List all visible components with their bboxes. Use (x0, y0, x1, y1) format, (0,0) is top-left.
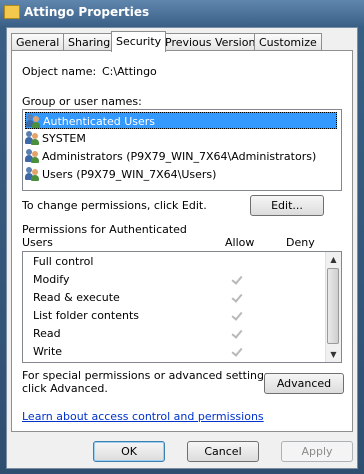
scroll-up-icon[interactable]: ▲ (326, 252, 341, 267)
window-title: Attingo Properties (24, 5, 150, 19)
allow-check-icon (231, 273, 245, 287)
user-item-administrators[interactable]: Administrators (P9X79_WIN_7X64\Administr… (25, 148, 337, 165)
title-bar[interactable]: Attingo Properties (0, 0, 364, 26)
users-group-icon (25, 131, 39, 145)
object-name-label: Object name: (22, 65, 97, 78)
permission-row-modify: Modify (23, 271, 323, 289)
allow-check-icon (231, 291, 245, 305)
permissions-scrollbar[interactable]: ▲ ▼ (325, 252, 341, 362)
group-users-label: Group or user names: (22, 95, 142, 108)
permission-name: Full control (33, 255, 94, 268)
deny-column-header: Deny (286, 236, 315, 249)
permissions-list: Full control Modify Read & execute List … (22, 251, 342, 363)
user-name: Administrators (P9X79_WIN_7X64\Administr… (42, 150, 317, 163)
folder-icon (4, 5, 20, 19)
users-group-icon (25, 167, 39, 181)
users-group-icon (25, 149, 39, 163)
security-panel: Object name: C:\Attingo Group or user na… (11, 50, 353, 432)
advanced-button[interactable]: Advanced (264, 373, 344, 394)
tab-customize[interactable]: Customize (254, 33, 322, 51)
users-group-icon (26, 114, 40, 128)
permission-name: Read (33, 327, 61, 340)
permission-name: Read & execute (33, 291, 120, 304)
object-name-value: C:\Attingo (102, 65, 157, 78)
permission-name: Write (33, 345, 63, 358)
user-name: Authenticated Users (43, 115, 156, 128)
permission-name: Modify (33, 273, 70, 286)
permissions-for-label: Permissions for Authenticated (22, 223, 187, 236)
learn-access-control-link[interactable]: Learn about access control and permissio… (22, 410, 264, 423)
user-item-authenticated-users[interactable]: Authenticated Users (25, 112, 337, 129)
change-permissions-text: To change permissions, click Edit. (22, 199, 207, 212)
user-item-system[interactable]: SYSTEM (25, 130, 337, 147)
permission-row-read: Read (23, 325, 323, 343)
tab-previous-versions[interactable]: Previous Versions (160, 33, 267, 51)
allow-column-header: Allow (225, 236, 255, 249)
edit-button[interactable]: Edit... (250, 195, 324, 216)
special-permissions-text-line2: click Advanced. (22, 382, 108, 395)
tab-security[interactable]: Security (111, 31, 167, 52)
permissions-for-label-line2: Users (22, 236, 53, 249)
ok-button[interactable]: OK (93, 441, 165, 462)
tab-sharing[interactable]: Sharing (63, 33, 116, 51)
permission-row-list-folder-contents: List folder contents (23, 307, 323, 325)
permission-row-write: Write (23, 343, 323, 361)
apply-button[interactable]: Apply (281, 441, 353, 462)
allow-check-icon (231, 345, 245, 359)
scroll-down-icon[interactable]: ▼ (326, 347, 341, 362)
permission-row-full-control: Full control (23, 253, 323, 271)
special-permissions-text: For special permissions or advanced sett… (22, 369, 274, 382)
allow-check-icon (231, 309, 245, 323)
user-name: Users (P9X79_WIN_7X64\Users) (42, 168, 217, 181)
permission-row-read-execute: Read & execute (23, 289, 323, 307)
allow-check-icon (231, 327, 245, 341)
cancel-button[interactable]: Cancel (187, 441, 259, 462)
user-name: SYSTEM (42, 132, 86, 145)
properties-window: Attingo Properties General Sharing Secur… (0, 0, 364, 474)
dialog-body: General Sharing Security Previous Versio… (6, 27, 358, 469)
user-item-users[interactable]: Users (P9X79_WIN_7X64\Users) (25, 166, 337, 183)
user-list[interactable]: Authenticated Users SYSTEM Administrator… (22, 109, 342, 191)
scroll-thumb[interactable] (327, 268, 339, 344)
tab-general[interactable]: General (11, 33, 65, 51)
permission-name: List folder contents (33, 309, 139, 322)
